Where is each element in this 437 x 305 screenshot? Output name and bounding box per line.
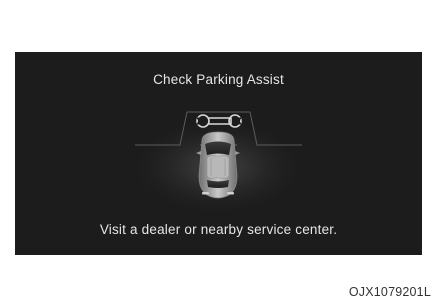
warning-title: Check Parking Assist <box>153 72 284 87</box>
cluster-display: Check Parking Assist Visit a dealer or n… <box>15 52 422 255</box>
car-top-view-icon <box>196 131 240 199</box>
manual-figure: Check Parking Assist Visit a dealer or n… <box>0 0 437 305</box>
figure-code: OJX1079201L <box>348 285 431 299</box>
warning-message: Visit a dealer or nearby service center. <box>99 222 338 237</box>
